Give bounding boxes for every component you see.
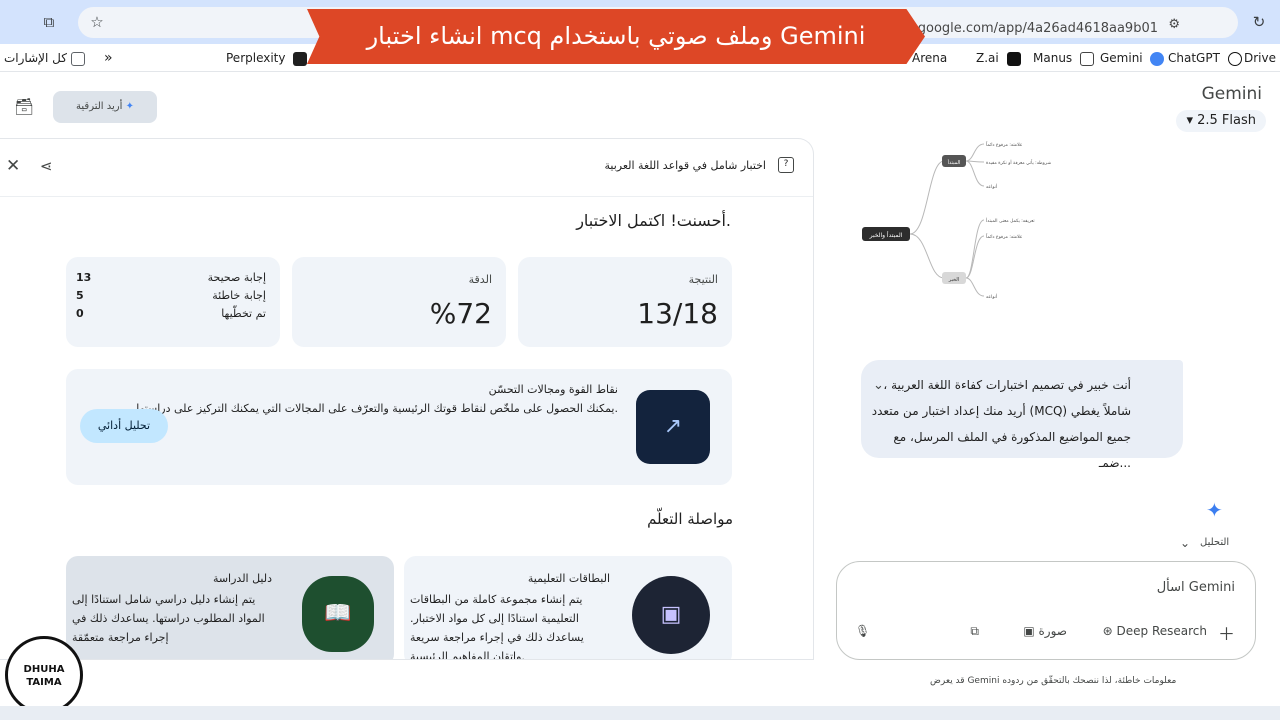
add-icon[interactable]: ＋ bbox=[1218, 620, 1235, 645]
image-button[interactable]: ▣ صورة bbox=[1023, 624, 1067, 638]
study-guide-description: يتم إنشاء دليل دراسي شامل استنادًا إلى ا… bbox=[72, 593, 265, 644]
folder-icon bbox=[70, 51, 85, 66]
bookmark-manus[interactable]: Manus bbox=[1033, 48, 1094, 68]
mindmap-leaf: أنواعه bbox=[986, 183, 997, 190]
user-message-text: أنت خبير في تصميم اختبارات كفاءة اللغة ا… bbox=[871, 378, 1131, 470]
site-settings-icon[interactable]: ⚙ bbox=[1168, 17, 1180, 32]
user-message-bubble: ⌄ أنت خبير في تصميم اختبارات كفاءة اللغة… bbox=[861, 360, 1183, 470]
deep-research-button[interactable]: ⊛ Deep Research bbox=[1103, 624, 1207, 638]
score-value: 13/18 bbox=[637, 297, 718, 330]
bookmark-drive[interactable]: Drive bbox=[1244, 48, 1276, 68]
research-icon: ⊛ bbox=[1102, 624, 1113, 638]
image-icon: ▣ bbox=[1023, 624, 1035, 638]
extensions-icon[interactable]: ⧉ bbox=[38, 11, 60, 33]
score-label: النتيجة bbox=[688, 273, 718, 286]
performance-description: يمكنك الحصول على ملخّص لنقاط قوتك الرئيس… bbox=[136, 402, 618, 415]
mindmap-leaf: شروطه: يأتي معرفة أو نكرة مفيدة bbox=[986, 159, 1051, 166]
breakdown-card: إجابة صحيحة 13 إجابة خاطئة 5 تم تخطّيها … bbox=[66, 257, 280, 347]
flashcards-description: يتم إنشاء مجموعة كاملة من البطاقات التعل… bbox=[410, 593, 584, 660]
study-guide-card[interactable]: 📖 دليل الدراسة يتم إنشاء دليل دراسي شامل… bbox=[66, 556, 394, 659]
caret-down-icon: ▾ bbox=[1186, 113, 1193, 128]
mindmap-leaf: تعريفه: يكمل معنى المبتدأ bbox=[986, 217, 1035, 224]
disclaimer-text: قد يعرض Gemini معلومات خاطئة، لذا ننصحك … bbox=[930, 676, 1177, 686]
chatgpt-icon bbox=[1227, 51, 1242, 66]
mindmap-branch-1: الخبر bbox=[948, 277, 959, 283]
chevron-double-icon[interactable]: » bbox=[104, 48, 113, 68]
star-icon[interactable]: ☆ bbox=[86, 11, 108, 33]
gemini-spark-icon: ✦ bbox=[1206, 498, 1223, 522]
score-card: النتيجة 13/18 bbox=[518, 257, 732, 347]
flashcards-title: البطاقات التعليمية bbox=[527, 572, 610, 585]
study-guide-icon: 📖 bbox=[302, 576, 374, 652]
perplexity-icon bbox=[293, 51, 308, 66]
bookmark-perplexity[interactable]: Perplexity bbox=[226, 48, 308, 68]
archive-icon[interactable]: 🗃 bbox=[14, 97, 34, 116]
accuracy-card: الدقة %72 bbox=[292, 257, 506, 347]
quiz-icon: ? bbox=[778, 157, 794, 173]
upgrade-button[interactable]: أريد الترقية ✦ bbox=[53, 91, 157, 123]
accuracy-label: الدقة bbox=[468, 273, 492, 286]
trend-sparkle-icon: ↗ bbox=[636, 390, 710, 464]
analysis-toggle[interactable]: التحليل bbox=[1200, 537, 1229, 548]
performance-card: ↗ نقاط القوة ومجالات التحسّن يمكنك الحصو… bbox=[66, 369, 732, 485]
panel-header: ✕ ⋖ ? اختبار شامل في قواعد اللغة العربية bbox=[0, 139, 813, 197]
mindmap-branch-0: المبتدأ bbox=[948, 159, 961, 166]
mindmap-leaf: علامته: مرفوع دائماً bbox=[986, 141, 1023, 148]
share-icon[interactable]: ⋖ bbox=[40, 157, 53, 175]
analyze-performance-button[interactable]: تحليل أدائي bbox=[80, 409, 168, 443]
quiz-title: اختبار شامل في قواعد اللغة العربية bbox=[604, 159, 766, 172]
close-icon[interactable]: ✕ bbox=[6, 156, 20, 176]
accuracy-value: %72 bbox=[429, 297, 492, 330]
canvas-icon[interactable]: ⧉ bbox=[970, 624, 979, 639]
bookmark-arena[interactable]: Arena bbox=[912, 48, 947, 68]
flashcards-icon: ▣ bbox=[632, 576, 710, 654]
bookmark-chatgpt[interactable]: ChatGPT bbox=[1168, 48, 1242, 68]
windows-taskbar bbox=[0, 706, 1280, 720]
completion-message: أحسنت! اكتمل الاختبار. bbox=[576, 211, 731, 230]
bookmark-zai[interactable]: Z.ai bbox=[976, 48, 1021, 68]
study-guide-title: دليل الدراسة bbox=[212, 572, 272, 585]
model-selector[interactable]: ▾ 2.5 Flash bbox=[1176, 110, 1266, 132]
gemini-icon bbox=[1150, 51, 1165, 66]
flashcards-card[interactable]: ▣ البطاقات التعليمية يتم إنشاء مجموعة كا… bbox=[404, 556, 732, 660]
chevron-down-icon[interactable]: ⌄ bbox=[1180, 536, 1190, 550]
continue-learning-title: مواصلة التعلّم bbox=[647, 510, 733, 528]
gemini-brand: Gemini bbox=[1201, 84, 1262, 104]
mindmap-leaf: أنواعه bbox=[986, 293, 997, 300]
microphone-icon[interactable]: 🎙 bbox=[855, 624, 870, 638]
mindmap-root: المبتدأ والخبر bbox=[869, 231, 903, 239]
reload-icon[interactable]: ↻ bbox=[1248, 11, 1270, 33]
zai-icon bbox=[1006, 51, 1021, 66]
bookmark-all[interactable]: كل الإشارات bbox=[4, 48, 85, 68]
mindmap-image: المبتدأ والخبر المبتدأ الخبر علامته: مرف… bbox=[862, 141, 1051, 300]
video-title-banner: انشاء اختبار mcq وملف صوتي باستخدام Gemi… bbox=[307, 9, 925, 64]
bookmark-gemini[interactable]: Gemini bbox=[1100, 48, 1165, 68]
mindmap-leaf: علامته: مرفوع دائماً bbox=[986, 233, 1023, 240]
channel-logo: DHUHA TAIMA bbox=[5, 636, 83, 714]
prompt-composer[interactable]: اسأل Gemini ＋ ⊛ Deep Research ▣ صورة ⧉ 🎙 bbox=[836, 561, 1256, 660]
quiz-canvas-panel: ✕ ⋖ ? اختبار شامل في قواعد اللغة العربية… bbox=[0, 138, 814, 660]
manus-icon bbox=[1080, 51, 1094, 66]
prompt-input[interactable]: اسأل Gemini bbox=[1157, 580, 1235, 595]
performance-title: نقاط القوة ومجالات التحسّن bbox=[488, 383, 618, 396]
